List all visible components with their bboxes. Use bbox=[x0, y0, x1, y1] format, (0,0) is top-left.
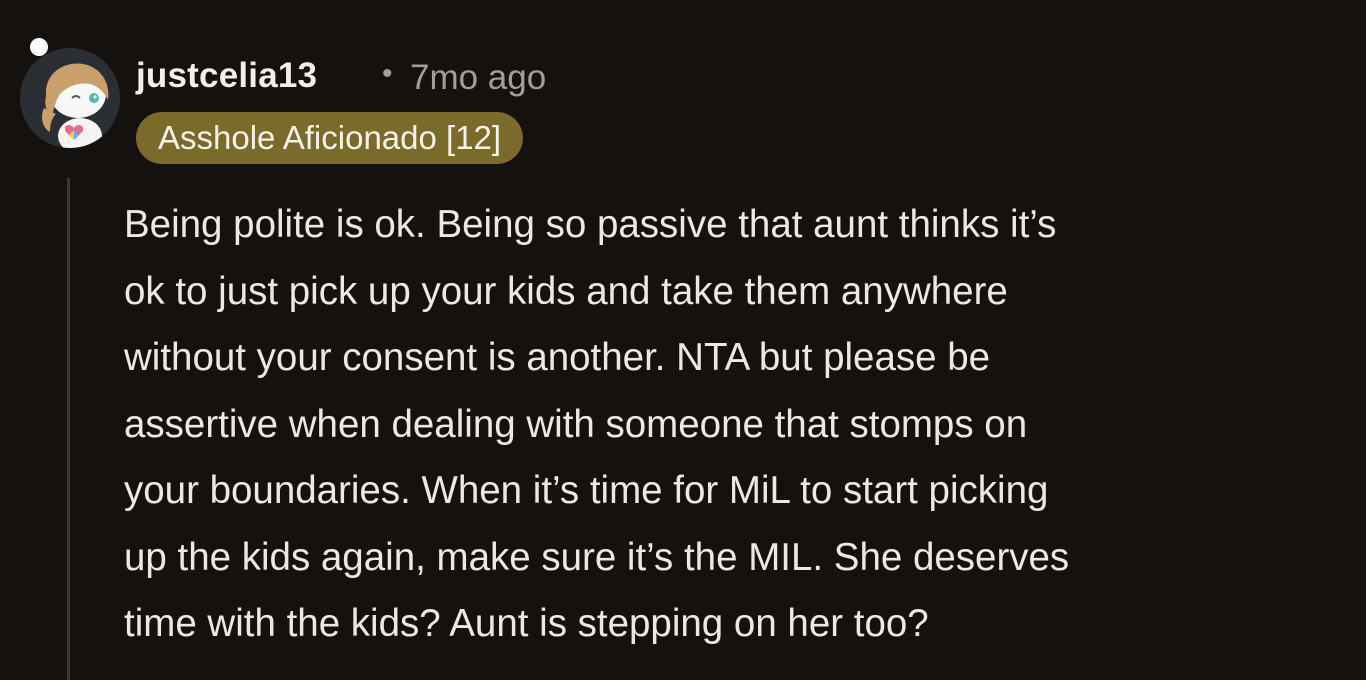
avatar-icon bbox=[20, 48, 120, 148]
comment-timestamp[interactable]: 7mo ago bbox=[410, 58, 546, 98]
comment-body-line: ok to just pick up your kids and take th… bbox=[124, 269, 1008, 313]
comment-body-line: up the kids again, make sure it’s the MI… bbox=[124, 535, 1070, 579]
comment-body: Being polite is ok. Being so passive tha… bbox=[124, 192, 1324, 658]
comment-body-line: without your consent is another. NTA but… bbox=[124, 336, 991, 379]
avatar-antenna-icon bbox=[30, 38, 48, 56]
meta-separator: • bbox=[382, 57, 393, 90]
comment-body-line: Being polite is ok. Being so passive tha… bbox=[124, 203, 1057, 246]
username-link[interactable]: justcelia13 bbox=[136, 56, 317, 96]
comment-body-line: time with the kids? Aunt is stepping on … bbox=[124, 602, 929, 645]
user-flair-badge: Asshole Aficionado [12] bbox=[136, 112, 524, 164]
comment-body-line: assertive when dealing with someone that… bbox=[124, 402, 1028, 446]
comment-body-line: your boundaries. When it’s time for MiL … bbox=[124, 469, 1049, 512]
comment: justcelia13 • 7mo ago Asshole Aficionado… bbox=[0, 0, 1366, 680]
user-avatar[interactable] bbox=[20, 38, 124, 148]
thread-collapse-line[interactable] bbox=[67, 178, 70, 680]
